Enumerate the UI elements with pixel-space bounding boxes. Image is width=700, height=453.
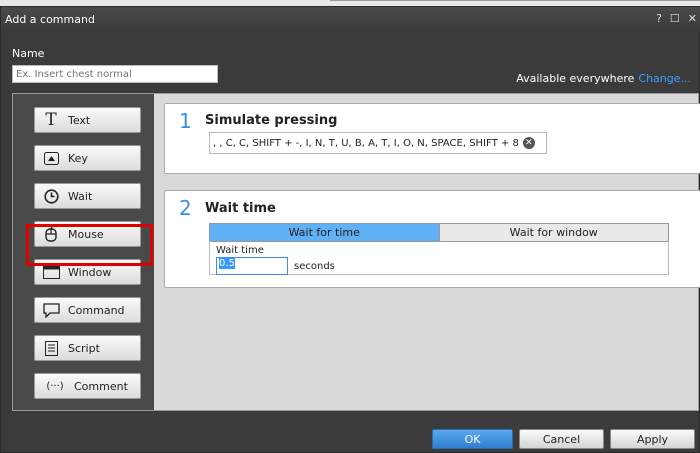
keys-field[interactable]: , , C, C, SHIFT + -, I, N, T, U, B, A, T… bbox=[209, 132, 547, 154]
wait-time-panel: Wait time 0.5 seconds bbox=[209, 241, 669, 275]
tab-wait-for-time[interactable]: Wait for time bbox=[210, 224, 439, 241]
step-simulate-pressing: 1 Simulate pressing , , C, C, SHIFT + -,… bbox=[164, 103, 700, 174]
name-label: Name bbox=[12, 47, 45, 60]
editor-panel: T Text Key Wait Mouse Window Command Scr… bbox=[12, 93, 700, 411]
command-command-button[interactable]: Command bbox=[34, 297, 141, 323]
window-icon bbox=[42, 264, 60, 280]
wait-mode-tabs: Wait for time Wait for window bbox=[209, 223, 669, 242]
script-icon bbox=[42, 340, 60, 356]
wait-command-button[interactable]: Wait bbox=[34, 183, 141, 209]
command-palette: T Text Key Wait Mouse Window Command Scr… bbox=[13, 94, 154, 410]
step-number: 1 bbox=[179, 109, 192, 133]
availability-text: Available everywhere bbox=[516, 72, 635, 85]
close-icon[interactable]: ✕ bbox=[688, 12, 697, 25]
name-input[interactable] bbox=[12, 65, 218, 83]
apply-button[interactable]: Apply bbox=[610, 429, 695, 449]
dialog-title: Add a command bbox=[5, 13, 95, 26]
add-command-dialog: Add a command ? ☐ ✕ Name Available every… bbox=[0, 6, 700, 453]
clock-icon bbox=[42, 188, 60, 204]
wait-time-unit: seconds bbox=[294, 261, 335, 272]
keys-sequence: , , C, C, SHIFT + -, I, N, T, U, B, A, T… bbox=[213, 137, 519, 149]
comment-icon: (···) bbox=[46, 380, 64, 392]
availability: Available everywhere Change... bbox=[516, 72, 691, 85]
change-link[interactable]: Change... bbox=[638, 72, 691, 85]
ok-button[interactable]: OK bbox=[432, 429, 513, 449]
cancel-button[interactable]: Cancel bbox=[519, 429, 604, 449]
speech-bubble-icon bbox=[42, 302, 60, 318]
text-icon: T bbox=[45, 110, 57, 130]
wait-time-input[interactable]: 0.5 bbox=[216, 257, 288, 275]
wait-time-label: Wait time bbox=[216, 245, 264, 256]
key-icon bbox=[42, 150, 60, 166]
script-command-button[interactable]: Script bbox=[34, 335, 141, 361]
clear-keys-icon[interactable]: ✕ bbox=[522, 137, 535, 149]
step-title: Wait time bbox=[205, 201, 276, 216]
step-wait-time: 2 Wait time Wait for time Wait for windo… bbox=[164, 190, 700, 288]
tab-wait-for-window[interactable]: Wait for window bbox=[438, 224, 668, 241]
key-command-button[interactable]: Key bbox=[34, 145, 141, 171]
title-bar: Add a command ? ☐ ✕ bbox=[1, 7, 700, 32]
wait-time-value: 0.5 bbox=[219, 258, 235, 269]
comment-command-button[interactable]: (···) Comment bbox=[34, 373, 141, 399]
maximize-icon[interactable]: ☐ bbox=[670, 12, 680, 25]
text-command-button[interactable]: T Text bbox=[34, 107, 141, 133]
window-controls: ? ☐ ✕ bbox=[656, 12, 697, 25]
key-selection-highlight bbox=[26, 224, 153, 266]
step-number: 2 bbox=[179, 196, 192, 220]
help-icon[interactable]: ? bbox=[656, 12, 662, 25]
step-title: Simulate pressing bbox=[205, 113, 338, 128]
background-window-edge bbox=[330, 0, 700, 1]
